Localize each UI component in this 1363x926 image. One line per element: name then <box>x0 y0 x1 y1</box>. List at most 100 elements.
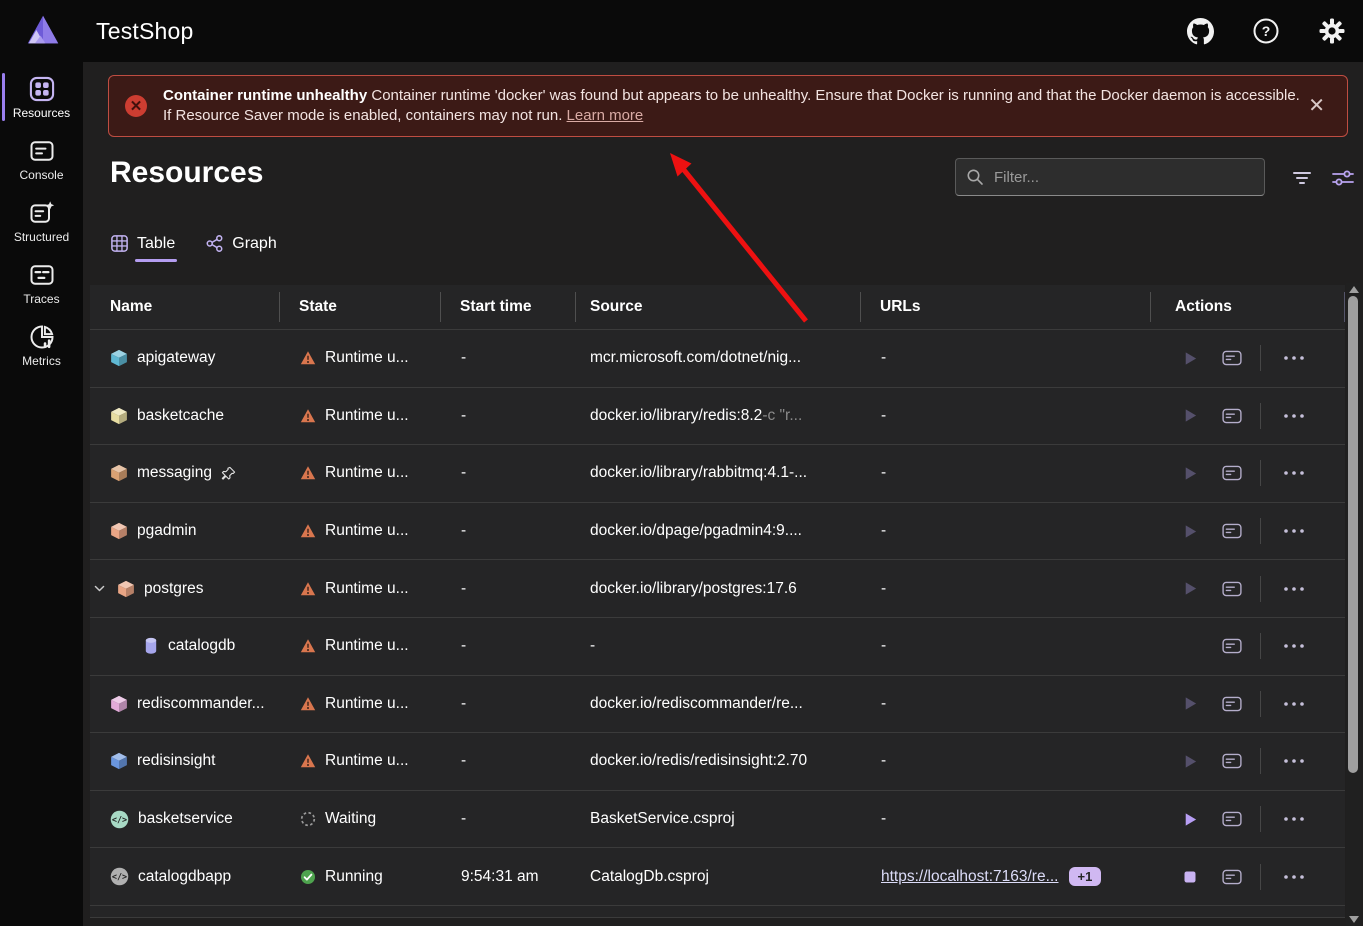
more-actions-button[interactable] <box>1281 636 1307 656</box>
play-icon <box>1182 350 1199 367</box>
start-resource-button[interactable] <box>1180 694 1200 714</box>
console-logs-button[interactable] <box>1222 463 1242 483</box>
urls-cell: - <box>860 580 1150 598</box>
sidebar-item-resources[interactable]: Resources <box>0 66 83 128</box>
more-actions-button[interactable] <box>1281 463 1307 483</box>
more-actions-button[interactable] <box>1281 579 1307 599</box>
console-logs-icon <box>1222 464 1242 482</box>
start-resource-button[interactable] <box>1180 751 1200 771</box>
sidebar-item-structured[interactable]: Structured <box>0 190 83 252</box>
resource-url-link[interactable]: https://localhost:7163/re... <box>881 868 1059 886</box>
scrollbar-thumb[interactable] <box>1348 296 1358 773</box>
sidebar-item-console[interactable]: Console <box>0 128 83 190</box>
github-icon[interactable] <box>1185 16 1215 46</box>
console-logs-button[interactable] <box>1222 636 1242 656</box>
column-header-actions[interactable]: Actions <box>1150 285 1345 329</box>
console-logs-button[interactable] <box>1222 348 1242 368</box>
resource-name[interactable]: postgres <box>144 580 203 598</box>
banner-close-icon[interactable]: ✕ <box>1300 92 1333 120</box>
actions-cell <box>1150 864 1345 890</box>
container-box-icon <box>117 580 135 598</box>
main-content: ✕ Container runtime unhealthy Container … <box>83 62 1363 926</box>
help-icon[interactable]: ? <box>1251 16 1281 46</box>
console-logs-button[interactable] <box>1222 809 1242 829</box>
console-logs-button[interactable] <box>1222 579 1242 599</box>
aspire-dashboard: TestShop ? <box>0 0 1363 926</box>
name-cell: </> basketservice <box>90 810 279 829</box>
console-logs-button[interactable] <box>1222 751 1242 771</box>
urls-cell: https://localhost:7163/re... +1 <box>860 867 1150 886</box>
start-resource-button[interactable] <box>1180 406 1200 426</box>
tab-table[interactable]: Table <box>110 230 175 263</box>
column-header-source[interactable]: Source <box>575 285 860 329</box>
more-actions-button[interactable] <box>1281 521 1307 541</box>
more-actions-button[interactable] <box>1281 348 1307 368</box>
aspire-logo-icon <box>24 12 62 50</box>
console-logs-button[interactable] <box>1222 867 1242 887</box>
start-resource-button[interactable] <box>1180 809 1200 829</box>
column-header-urls[interactable]: URLs <box>860 285 1150 329</box>
play-icon <box>1182 580 1199 597</box>
warning-icon <box>300 753 316 769</box>
chevron-down-icon[interactable] <box>93 582 106 595</box>
start-resource-button[interactable] <box>1180 579 1200 599</box>
warning-icon <box>300 408 316 424</box>
source-cell: mcr.microsoft.com/dotnet/nig... <box>575 349 860 367</box>
resource-name[interactable]: basketservice <box>138 810 233 828</box>
column-header-start-time[interactable]: Start time <box>440 285 575 329</box>
console-logs-button[interactable] <box>1222 694 1242 714</box>
start-resource-button[interactable] <box>1180 521 1200 541</box>
start-resource-button[interactable] <box>1180 463 1200 483</box>
svg-text:</>: </> <box>112 814 127 824</box>
resource-name[interactable]: basketcache <box>137 407 224 425</box>
state-label: Runtime u... <box>325 407 409 425</box>
table-row: redisinsight Runtime u... - docker.io/re… <box>90 733 1345 791</box>
tab-label: Table <box>137 235 175 253</box>
resource-name[interactable]: apigateway <box>137 349 215 367</box>
console-logs-button[interactable] <box>1222 406 1242 426</box>
sidebar-item-metrics[interactable]: Metrics <box>0 314 83 376</box>
more-actions-button[interactable] <box>1281 809 1307 829</box>
filter-icon[interactable] <box>1286 162 1318 194</box>
container-box-icon <box>110 464 128 482</box>
scrollbar-down-icon[interactable] <box>1349 916 1359 923</box>
column-options-icon[interactable] <box>1327 162 1359 194</box>
more-actions-button[interactable] <box>1281 867 1307 887</box>
settings-icon[interactable] <box>1317 16 1347 46</box>
tab-graph[interactable]: Graph <box>205 230 276 263</box>
start-resource-button[interactable] <box>1180 348 1200 368</box>
stop-resource-button[interactable] <box>1180 867 1200 887</box>
learn-more-link[interactable]: Learn more <box>567 107 644 124</box>
more-actions-button[interactable] <box>1281 406 1307 426</box>
actions-cell <box>1150 403 1345 429</box>
more-actions-button[interactable] <box>1281 694 1307 714</box>
start-time-cell: - <box>440 580 575 598</box>
more-actions-icon <box>1283 469 1305 477</box>
resource-name[interactable]: messaging <box>137 464 212 482</box>
column-header-name[interactable]: Name <box>90 285 279 329</box>
error-line2: If Resource Saver mode is enabled, conta… <box>163 107 562 124</box>
resource-name[interactable]: redisinsight <box>137 752 215 770</box>
more-actions-button[interactable] <box>1281 751 1307 771</box>
source-value: mcr.microsoft.com/dotnet/nig... <box>590 349 801 367</box>
urls-cell: - <box>860 695 1150 713</box>
expand-toggle[interactable] <box>93 582 108 595</box>
resource-name[interactable]: catalogdb <box>168 637 235 655</box>
resource-name[interactable]: pgadmin <box>137 522 196 540</box>
actions-divider <box>1260 633 1261 659</box>
resource-name[interactable]: catalogdbapp <box>138 868 231 886</box>
filter-input[interactable] <box>994 169 1254 186</box>
resources-table: Name State Start time Source URLs Action… <box>90 285 1345 918</box>
url-count-badge[interactable]: +1 <box>1069 867 1102 886</box>
actions-divider <box>1260 576 1261 602</box>
sidebar-item-traces[interactable]: Traces <box>0 252 83 314</box>
resource-name[interactable]: rediscommander... <box>137 695 265 713</box>
scrollbar-up-icon[interactable] <box>1349 286 1359 293</box>
urls-cell: - <box>860 752 1150 770</box>
actions-cell <box>1150 633 1345 659</box>
column-header-state[interactable]: State <box>279 285 440 329</box>
actions-cell <box>1150 576 1345 602</box>
start-time-cell: - <box>440 695 575 713</box>
play-icon <box>1182 407 1199 424</box>
console-logs-button[interactable] <box>1222 521 1242 541</box>
